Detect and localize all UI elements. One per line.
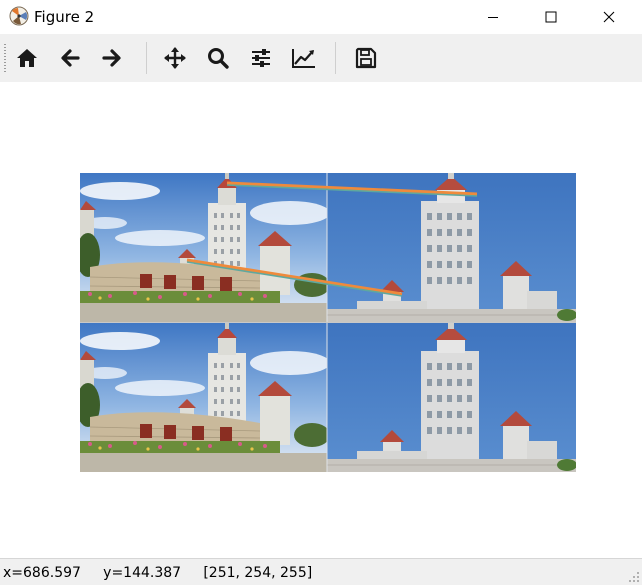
toolbar-grip[interactable]	[4, 44, 6, 72]
floppy-disk-icon	[355, 47, 377, 69]
edit-axes-button[interactable]	[288, 42, 320, 74]
configure-subplots-button[interactable]	[245, 42, 277, 74]
magnifier-icon	[208, 48, 229, 69]
status-bar: x=686.597 y=144.387 [251, 254, 255]	[0, 558, 642, 585]
close-icon	[603, 11, 615, 23]
home-button[interactable]	[11, 42, 43, 74]
sliders-icon	[252, 49, 270, 67]
save-button[interactable]	[350, 42, 382, 74]
image-panel-bottom-left	[80, 322, 331, 472]
forward-button[interactable]	[96, 42, 128, 74]
toolbar-separator	[146, 42, 147, 74]
minimize-icon	[488, 17, 498, 18]
pan-button[interactable]	[159, 42, 191, 74]
maximize-icon	[545, 11, 557, 23]
navigation-toolbar	[0, 34, 642, 83]
zoom-button[interactable]	[202, 42, 234, 74]
minimize-button[interactable]	[470, 0, 516, 34]
back-button[interactable]	[54, 42, 86, 74]
close-button[interactable]	[586, 0, 632, 34]
window-title: Figure 2	[34, 8, 95, 26]
image-panel-bottom-right	[326, 322, 576, 472]
title-bar: Figure 2	[0, 0, 642, 34]
toolbar-separator	[335, 42, 336, 74]
feature-match-image	[80, 173, 576, 472]
move-icon	[164, 47, 186, 69]
home-icon	[17, 49, 37, 67]
image-panel-top-left	[80, 173, 331, 323]
arrow-right-icon	[102, 49, 121, 67]
maximize-button[interactable]	[528, 0, 574, 34]
matplotlib-icon	[9, 6, 29, 26]
arrow-left-icon	[61, 49, 80, 67]
line-chart-icon	[292, 49, 315, 68]
figure-canvas[interactable]	[0, 82, 642, 558]
resize-grip-icon[interactable]	[628, 571, 640, 583]
cursor-coordinates: x=686.597 y=144.387 [251, 254, 255]	[3, 565, 313, 581]
